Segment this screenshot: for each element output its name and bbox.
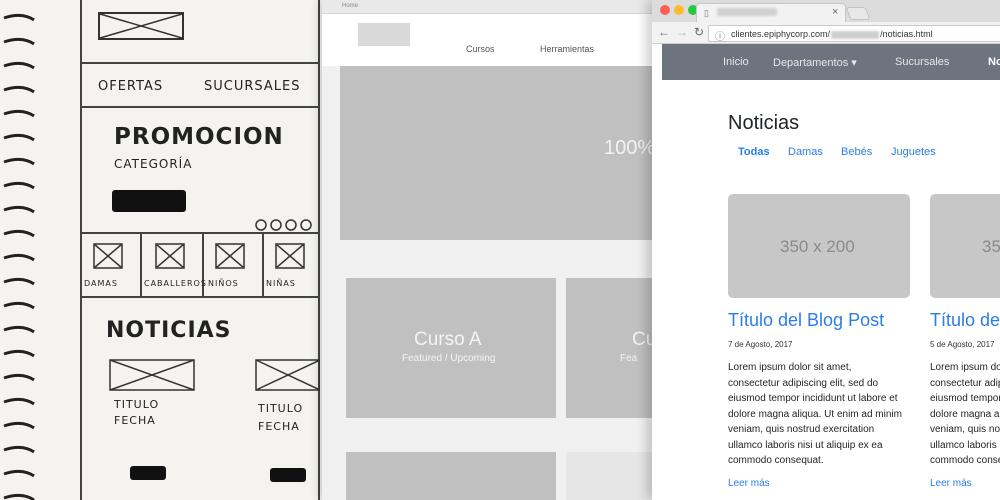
sketch-category-caballeros: Caballeros [144,279,207,288]
browser-window: ▯ × ← → ↻ ⓘ clientes.epiphycorp.com/ /not… [652,0,1000,500]
filter-tab-todas[interactable]: Todas [738,146,770,158]
sketch-promo-title: Promocion [114,124,284,150]
wireframe-card-a-title: Curso A [414,329,482,350]
post-2-read-more[interactable]: Leer más [930,478,972,489]
minimize-window-dot[interactable] [674,5,684,15]
address-text: clientes.epiphycorp.com/ /noticias.html [731,29,933,39]
sketch-panel: Ofertas Sucursales Promocion Categoría D… [0,0,330,500]
sketch-news-title: Noticias [106,318,232,343]
sketch-carousel-dots [255,219,312,231]
post-2-image-label: 35 [982,237,1000,256]
browser-toolbar: ← → ↻ ⓘ clientes.epiphycorp.com/ /noticia… [652,22,1000,44]
sketch-category-ninas: Niñas [266,279,296,288]
sketch-card-1-button [130,466,166,480]
wireframe-top-bar: Home [322,0,662,14]
spiral-binding [3,13,35,500]
address-prefix: clientes.epiphycorp.com/ [731,29,831,39]
close-tab-icon[interactable]: × [832,6,838,18]
close-window-dot[interactable] [660,5,670,15]
nav-item-inicio[interactable]: Inicio [723,56,749,68]
sketch-logo-x [99,13,183,39]
sketch-promo-category: Categoría [114,157,193,171]
back-icon[interactable]: ← [658,25,670,39]
post-1-read-more[interactable]: Leer más [728,478,770,489]
sketch-nav-sucursales: Sucursales [204,79,301,94]
filter-tab-bebes[interactable]: Bebés [841,146,872,158]
sketch-card-1-title: Titulo [114,398,160,411]
info-icon[interactable]: ⓘ [715,28,725,43]
forward-icon[interactable]: → [676,25,688,39]
sketch-nav-ofertas: Ofertas [98,79,164,94]
sketch-promo-button [112,190,186,212]
sketch-card-2-button [270,468,306,482]
address-bar[interactable]: ⓘ clientes.epiphycorp.com/ /noticias.html [708,25,1000,43]
wireframe-hero-text: 100% [604,137,656,159]
sketch-category-damas: Damas [84,279,118,288]
wireframe-nav-cursos[interactable]: Cursos [466,44,495,54]
filter-tab-damas[interactable]: Damas [788,146,823,158]
wireframe-nav-herramientas[interactable]: Herramientas [540,44,594,54]
post-2-date: 5 de Agosto, 2017 [930,340,995,349]
page-icon: ▯ [704,8,709,18]
post-1-title[interactable]: Título del Blog Post [728,310,884,331]
filter-tab-juguetes[interactable]: Juguetes [891,146,936,158]
browser-titlebar: ▯ × [652,0,1000,22]
sketch-category-bottom [80,296,320,298]
post-1-image-label: 350 x 200 [780,237,855,256]
wireframe-card-c[interactable] [346,452,556,500]
nav-item-departamentos[interactable]: Departamentos ▾ [773,56,857,69]
post-1-image[interactable]: 350 x 200 [728,194,910,298]
sketch-nav-divider [80,106,320,108]
site-navbar: Inicio Departamentos ▾ Sucursales No [662,44,1000,80]
address-suffix: /noticias.html [880,29,933,39]
wireframe-breadcrumb[interactable]: Home [342,3,358,9]
wireframe-card-a-subtitle: Featured / Upcoming [402,353,496,364]
post-2-body: Lorem ipsum dolor sit amet, consectetur … [930,362,1000,466]
sketch-header-divider [80,62,320,64]
tab-title-blurred [717,8,777,16]
post-2-image[interactable]: 35 [930,194,1000,298]
sketch-card-1-date: Fecha [114,414,156,427]
wireframe-card-d[interactable] [566,452,662,500]
sketch-news-images [109,359,320,391]
wireframe-logo-placeholder[interactable] [358,23,410,46]
page-title: Noticias [728,112,800,134]
post-1-body: Lorem ipsum dolor sit amet, consectetur … [728,362,902,466]
sketch-card-2-title: Titulo [258,402,304,415]
wireframe-panel: Home Cursos Herramientas 100% Curso A Fe… [322,0,662,500]
reload-icon[interactable]: ↻ [694,25,704,39]
post-1-date: 7 de Agosto, 2017 [728,340,793,349]
address-blurred-segment [831,30,880,39]
browser-tab[interactable]: ▯ × [696,3,846,22]
wireframe-card-b-subtitle: Fea [620,353,638,364]
nav-item-sucursales[interactable]: Sucursales [895,56,949,68]
sketch-card-2-date: Fecha [258,420,300,433]
post-2-title[interactable]: Título del [930,310,1000,331]
nav-item-active[interactable]: No [988,56,1000,68]
new-tab-button[interactable] [845,7,871,20]
sketch-category-ninos: Niños [208,279,239,288]
